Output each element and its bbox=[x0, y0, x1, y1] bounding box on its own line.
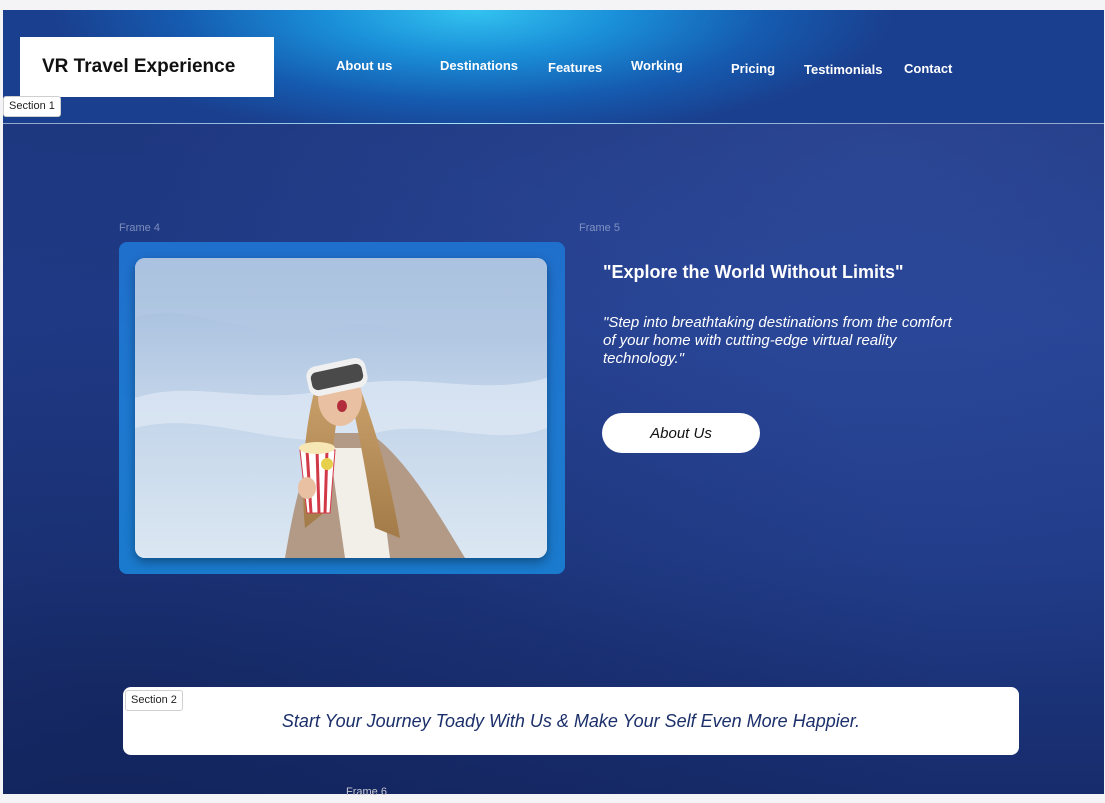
nav-destinations[interactable]: Destinations bbox=[440, 58, 518, 73]
hero-photo bbox=[135, 258, 547, 558]
page-canvas: VR Travel Experience About us Destinatio… bbox=[3, 10, 1104, 794]
about-us-button[interactable]: About Us bbox=[602, 413, 760, 453]
logo-text: VR Travel Experience bbox=[42, 56, 236, 77]
hero-image-frame bbox=[119, 242, 565, 574]
journey-banner: Start Your Journey Toady With Us & Make … bbox=[123, 687, 1019, 755]
nav-contact[interactable]: Contact bbox=[904, 61, 952, 76]
nav-working[interactable]: Working bbox=[631, 58, 683, 73]
frame-4-label: Frame 4 bbox=[119, 222, 160, 234]
hero-subtext: "Step into breathtaking destinations fro… bbox=[603, 314, 952, 367]
frame-6-label: Frame 6 bbox=[346, 786, 387, 798]
nav-about-us[interactable]: About us bbox=[336, 58, 392, 73]
section-1-tag: Section 1 bbox=[3, 96, 61, 117]
hero-headline: "Explore the World Without Limits" bbox=[603, 262, 904, 282]
banner-text: Start Your Journey Toady With Us & Make … bbox=[281, 710, 861, 731]
nav-features[interactable]: Features bbox=[548, 60, 602, 75]
section-2-tag: Section 2 bbox=[125, 690, 183, 711]
nav-pricing[interactable]: Pricing bbox=[731, 61, 775, 76]
vr-woman-illustration bbox=[135, 258, 547, 558]
nav-testimonials[interactable]: Testimonials bbox=[804, 62, 883, 77]
logo-box[interactable]: VR Travel Experience bbox=[20, 37, 274, 97]
header: VR Travel Experience About us Destinatio… bbox=[3, 10, 1104, 124]
frame-5-label: Frame 5 bbox=[579, 222, 620, 234]
